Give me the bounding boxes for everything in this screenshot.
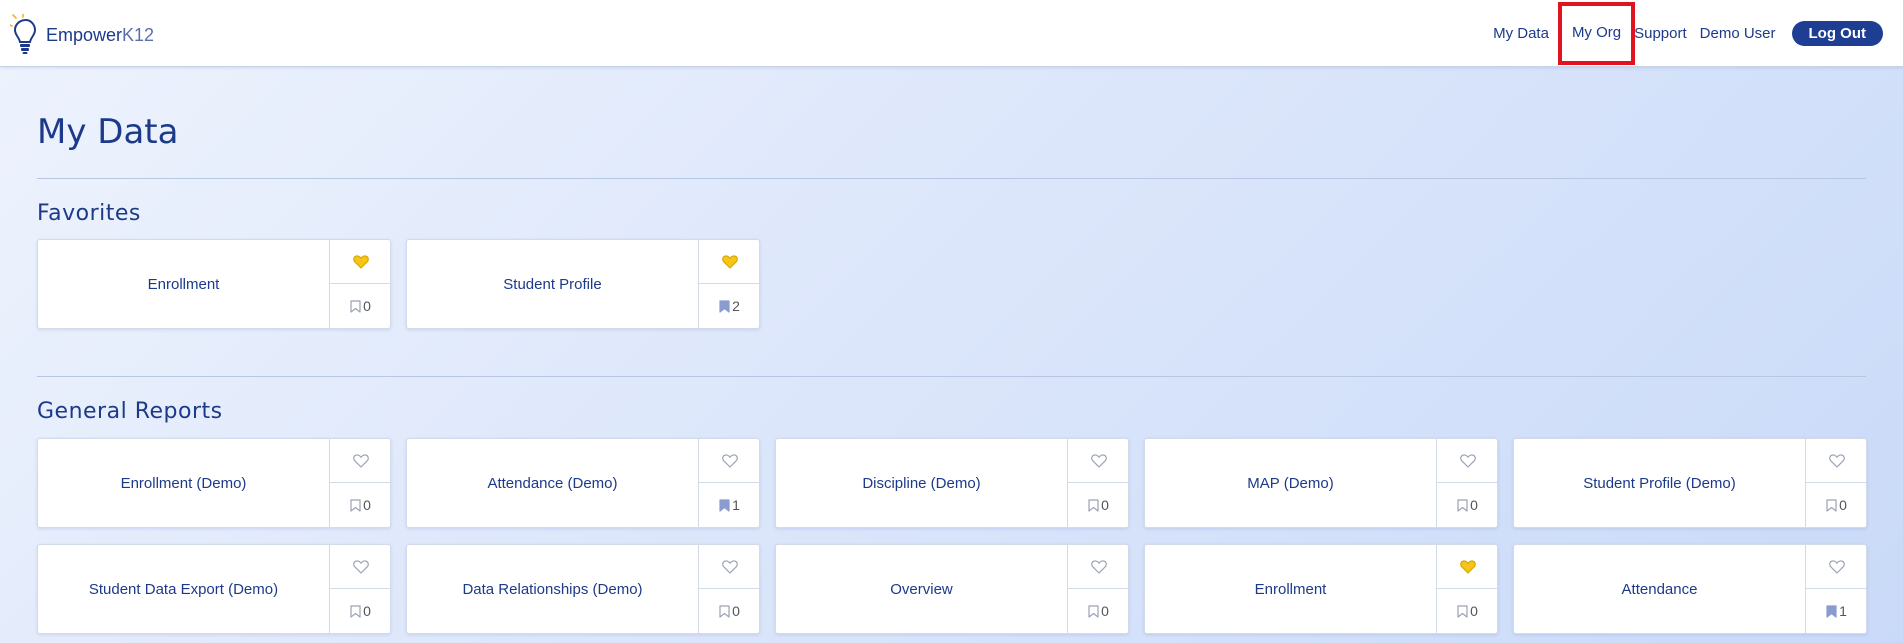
bookmark-button[interactable]: 0 [330, 483, 391, 527]
bookmark-outline-icon [1088, 498, 1101, 512]
bookmark-count: 0 [363, 497, 371, 513]
report-card-title[interactable]: Enrollment (Demo) [38, 439, 329, 527]
report-card-actions: 0 [1436, 439, 1498, 527]
bookmark-button[interactable]: 0 [1068, 589, 1129, 633]
report-card-actions: 0 [1067, 545, 1129, 633]
report-card-actions: 0 [329, 545, 391, 633]
bookmark-count: 0 [363, 603, 371, 619]
report-card-title[interactable]: Data Relationships (Demo) [407, 545, 698, 633]
report-card[interactable]: Enrollment (Demo) 0 [37, 438, 391, 528]
report-card-title[interactable]: Attendance (Demo) [407, 439, 698, 527]
logo-text: EmpowerK12 [46, 24, 155, 45]
report-card[interactable]: Student Profile 2 [406, 239, 760, 329]
bookmark-button[interactable]: 0 [1806, 483, 1867, 527]
heart-filled-icon[interactable] [330, 240, 391, 284]
page-title: My Data [37, 112, 179, 152]
heart-filled-icon[interactable] [699, 240, 760, 284]
report-card[interactable]: MAP (Demo) 0 [1144, 438, 1498, 528]
header-nav: My Data My Org Support Demo User Log Out [1480, 0, 1883, 66]
report-card[interactable]: Attendance 1 [1513, 544, 1867, 634]
nav-my-data[interactable]: My Data [1493, 25, 1549, 42]
heart-outline-icon[interactable] [1437, 439, 1498, 483]
report-card-title[interactable]: Enrollment [38, 240, 329, 328]
top-navbar: EmpowerK12 My Data My Org Support Demo U… [0, 0, 1903, 67]
bookmark-outline-icon [350, 498, 363, 512]
bookmark-filled-icon [1826, 604, 1839, 618]
bookmark-count: 0 [732, 603, 740, 619]
report-card-actions: 0 [1067, 439, 1129, 527]
heart-outline-icon[interactable] [1068, 545, 1129, 589]
bookmark-count: 0 [363, 298, 371, 314]
logout-button[interactable]: Log Out [1791, 20, 1883, 46]
nav-support[interactable]: Support [1634, 25, 1687, 42]
report-card-actions: 1 [1805, 545, 1867, 633]
report-card[interactable]: Attendance (Demo) 1 [406, 438, 760, 528]
bookmark-outline-icon [1826, 498, 1839, 512]
section-divider [37, 178, 1866, 179]
report-card-actions: 2 [698, 240, 760, 328]
report-card[interactable]: Student Profile (Demo) 0 [1513, 438, 1867, 528]
report-card-title[interactable]: MAP (Demo) [1145, 439, 1436, 527]
bookmark-count: 1 [1839, 603, 1847, 619]
bookmark-count: 0 [1470, 603, 1478, 619]
report-card-title[interactable]: Student Data Export (Demo) [38, 545, 329, 633]
report-card-title[interactable]: Enrollment [1145, 545, 1436, 633]
bookmark-count: 2 [732, 298, 740, 314]
report-card[interactable]: Data Relationships (Demo) 0 [406, 544, 760, 634]
bookmark-outline-icon [1088, 604, 1101, 618]
bookmark-button[interactable]: 0 [699, 589, 760, 633]
bookmark-count: 1 [732, 497, 740, 513]
report-card-actions: 1 [698, 439, 760, 527]
bookmark-button[interactable]: 1 [699, 483, 760, 527]
report-card-title[interactable]: Discipline (Demo) [776, 439, 1067, 527]
bookmark-count: 0 [1839, 497, 1847, 513]
report-card-actions: 0 [1436, 545, 1498, 633]
bookmark-button[interactable]: 2 [699, 284, 760, 328]
bookmark-outline-icon [719, 604, 732, 618]
report-card-actions: 0 [329, 240, 391, 328]
heart-outline-icon[interactable] [330, 545, 391, 589]
bookmark-outline-icon [1457, 604, 1470, 618]
heart-outline-icon[interactable] [1068, 439, 1129, 483]
bookmark-outline-icon [350, 604, 363, 618]
bookmark-button[interactable]: 0 [330, 284, 391, 328]
bookmark-button[interactable]: 0 [330, 589, 391, 633]
logo[interactable]: EmpowerK12 [10, 14, 154, 56]
bookmark-filled-icon [719, 498, 732, 512]
bookmark-button[interactable]: 0 [1437, 589, 1498, 633]
heart-outline-icon[interactable] [699, 545, 760, 589]
section-divider [37, 376, 1866, 377]
report-card-title[interactable]: Student Profile [407, 240, 698, 328]
heart-outline-icon[interactable] [1806, 545, 1867, 589]
nav-my-org[interactable]: My Org [1557, 1, 1636, 65]
report-card[interactable]: Enrollment 0 [37, 239, 391, 329]
bookmark-button[interactable]: 1 [1806, 589, 1867, 633]
bookmark-count: 0 [1101, 497, 1109, 513]
report-card-actions: 0 [329, 439, 391, 527]
report-card-title[interactable]: Student Profile (Demo) [1514, 439, 1805, 527]
general-reports-heading: General Reports [37, 399, 223, 424]
bookmark-count: 0 [1101, 603, 1109, 619]
report-card-actions: 0 [698, 545, 760, 633]
bookmark-outline-icon [1457, 498, 1470, 512]
report-card[interactable]: Enrollment 0 [1144, 544, 1498, 634]
report-card-title[interactable]: Overview [776, 545, 1067, 633]
bookmark-button[interactable]: 0 [1437, 483, 1498, 527]
report-card-title[interactable]: Attendance [1514, 545, 1805, 633]
heart-outline-icon[interactable] [330, 439, 391, 483]
heart-outline-icon[interactable] [1806, 439, 1867, 483]
nav-user-menu[interactable]: Demo User [1700, 25, 1776, 42]
heart-filled-icon[interactable] [1437, 545, 1498, 589]
report-card[interactable]: Discipline (Demo) 0 [775, 438, 1129, 528]
heart-outline-icon[interactable] [699, 439, 760, 483]
favorites-heading: Favorites [37, 201, 141, 226]
report-card[interactable]: Student Data Export (Demo) 0 [37, 544, 391, 634]
bookmark-filled-icon [719, 299, 732, 313]
report-card[interactable]: Overview 0 [775, 544, 1129, 634]
bookmark-outline-icon [350, 299, 363, 313]
lightbulb-logo-icon [10, 14, 37, 54]
bookmark-count: 0 [1470, 497, 1478, 513]
report-card-actions: 0 [1805, 439, 1867, 527]
bookmark-button[interactable]: 0 [1068, 483, 1129, 527]
